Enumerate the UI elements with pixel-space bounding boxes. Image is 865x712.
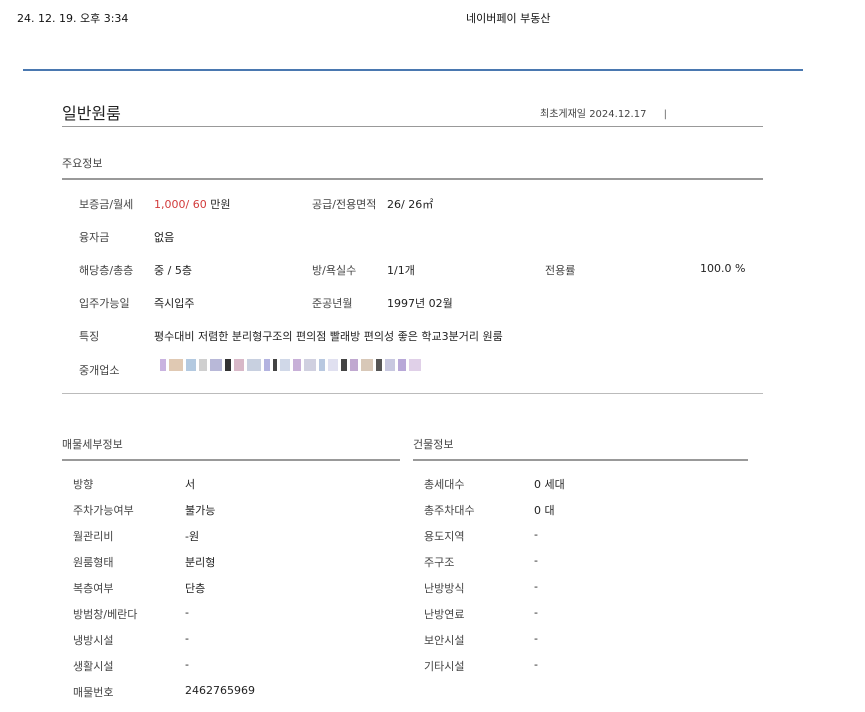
print-datetime: 24. 12. 19. 오후 3:34 (17, 12, 129, 25)
title-divider (62, 126, 763, 127)
building-value: - (534, 632, 538, 645)
detail-value: 서 (185, 478, 196, 491)
posted-date-value: 2024.12.17 (589, 109, 647, 120)
feature-label: 특징 (79, 330, 100, 343)
detail-value: 불가능 (185, 504, 216, 517)
detail-key: 생활시설 (73, 660, 114, 673)
building-value: - (534, 658, 538, 671)
building-info-heading: 건물정보 (413, 438, 454, 451)
floor-label: 해당층/총층 (79, 264, 134, 277)
main-info-divider (62, 178, 763, 180)
broker-label: 중개업소 (79, 364, 120, 377)
detail-value: -원 (185, 530, 200, 543)
info-row-deposit: 보증금/월세 1,000/ 60 만원 공급/전용면적 26/ 26㎡ (0, 196, 865, 216)
info-row-feature: 특징 평수대비 저렴한 분리형구조의 편의점 빨래방 편의성 좋은 학교3분거리… (0, 328, 865, 348)
building-key: 총주차대수 (424, 504, 475, 517)
info-row-floor: 해당층/총층 중 / 5층 방/욕실수 1/1개 전용률 100.0 % (0, 262, 865, 282)
loan-value: 없음 (154, 231, 175, 244)
detail-key: 매물번호 (73, 686, 114, 699)
deposit-value: 1,000/ 60 만원 (154, 196, 230, 212)
building-info-divider (413, 459, 748, 461)
info-row-loan: 융자금 없음 (0, 229, 865, 249)
building-key: 난방연료 (424, 608, 465, 621)
rooms-value: 1/1개 (387, 264, 415, 277)
deposit-label: 보증금/월세 (79, 198, 134, 211)
detail-value: 2462765969 (185, 684, 255, 697)
building-value: - (534, 528, 538, 541)
detail-value: - (185, 606, 189, 619)
built-value: 1997년 02월 (387, 297, 453, 310)
feature-value: 평수대비 저렴한 분리형구조의 편의점 빨래방 편의성 좋은 학교3분거리 원룸 (154, 330, 503, 343)
detail-key: 냉방시설 (73, 634, 114, 647)
main-info-heading: 주요정보 (62, 157, 103, 170)
detail-key: 방범창/베란다 (73, 608, 138, 621)
building-key: 보안시설 (424, 634, 465, 647)
detail-info-divider (62, 459, 400, 461)
building-key: 총세대수 (424, 478, 465, 491)
detail-key: 원룸형태 (73, 556, 114, 569)
posted-date: 최초게재일 2024.12.17 | (540, 105, 667, 120)
print-site-title: 네이버페이 부동산 (466, 12, 551, 25)
building-value: 0 대 (534, 504, 555, 517)
info-row-movein: 입주가능일 즉시입주 준공년월 1997년 02월 (0, 295, 865, 315)
detail-value: 분리형 (185, 556, 216, 569)
built-label: 준공년월 (312, 297, 353, 310)
detail-key: 월관리비 (73, 530, 114, 543)
loan-label: 융자금 (79, 231, 110, 244)
detail-key: 방향 (73, 478, 94, 491)
building-key: 기타시설 (424, 660, 465, 673)
listing-title: 일반원룸 (62, 104, 121, 123)
posted-separator: | (663, 109, 668, 120)
movein-label: 입주가능일 (79, 297, 130, 310)
area-label: 공급/전용면적 (312, 198, 377, 211)
building-value: - (534, 606, 538, 619)
building-value: - (534, 580, 538, 593)
building-key: 주구조 (424, 556, 455, 569)
detail-key: 주차가능여부 (73, 504, 134, 517)
broker-redacted-block (160, 358, 550, 372)
detail-info-heading: 매물세부정보 (62, 438, 123, 451)
rooms-label: 방/욕실수 (312, 264, 357, 277)
area-value: 26/ 26㎡ (387, 198, 434, 211)
building-value: 0 세대 (534, 478, 565, 491)
detail-value: - (185, 658, 189, 671)
building-key: 용도지역 (424, 530, 465, 543)
movein-value: 즉시입주 (154, 297, 195, 310)
main-info-bottom-divider (62, 393, 763, 394)
exclusive-value: 100.0 % (700, 262, 746, 275)
exclusive-label: 전용률 (545, 264, 576, 277)
detail-key: 복층여부 (73, 582, 114, 595)
building-key: 난방방식 (424, 582, 465, 595)
header-divider (23, 69, 803, 71)
floor-value: 중 / 5층 (154, 264, 192, 277)
deposit-amount: 1,000/ 60 (154, 198, 207, 211)
detail-value: - (185, 632, 189, 645)
building-value: - (534, 554, 538, 567)
deposit-unit: 만원 (210, 198, 231, 211)
detail-value: 단층 (185, 582, 206, 595)
posted-label: 최초게재일 (540, 109, 586, 120)
